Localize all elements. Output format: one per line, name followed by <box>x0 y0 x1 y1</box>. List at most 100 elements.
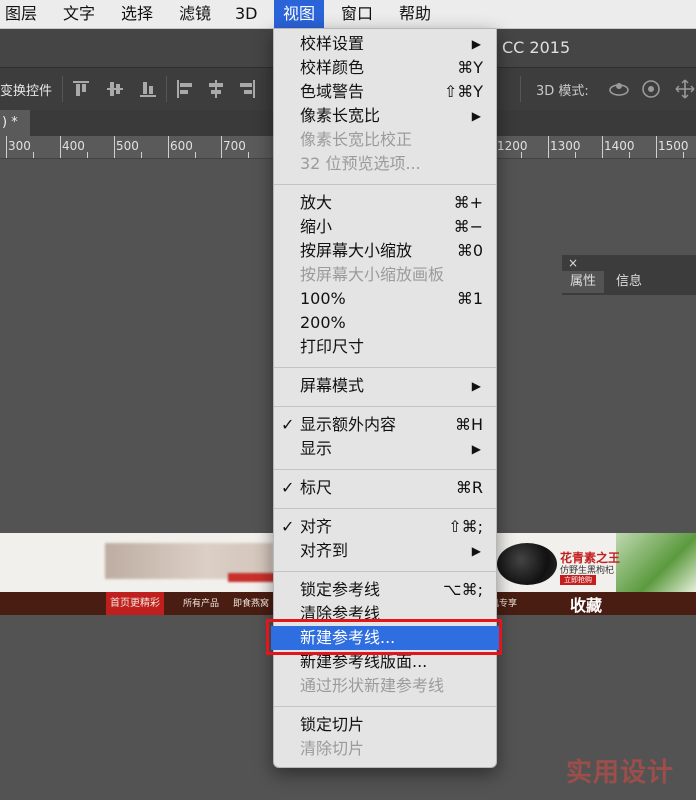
divider <box>166 76 167 102</box>
menu-item-label: 按屏幕大小缩放画板 <box>300 265 445 284</box>
submenu-arrow-icon: ▶ <box>471 379 481 393</box>
menu-item-label: 32 位预览选项... <box>300 154 421 173</box>
menu-item-zoom-in[interactable]: 放大 ⌘+ <box>274 191 496 215</box>
tab-properties[interactable]: 属性 <box>562 271 605 293</box>
ruler-tick <box>195 152 196 158</box>
menu-item-fit-artboard: 按屏幕大小缩放画板 <box>274 263 496 287</box>
ruler-tick <box>141 152 142 158</box>
align-top-icon[interactable] <box>73 80 89 98</box>
menu-item-label: 100% <box>300 289 346 308</box>
align-vcenter-icon[interactable] <box>107 80 123 98</box>
menu-item-label: 显示 <box>300 439 333 458</box>
submenu-arrow-icon: ▶ <box>471 109 481 123</box>
menu-item-label: 显示额外内容 <box>300 415 397 434</box>
menubar-filter[interactable]: 滤镜 <box>174 0 216 28</box>
menu-item-lock-guides[interactable]: 锁定参考线 ⌥⌘; <box>274 578 496 602</box>
ruler-tick <box>33 152 34 158</box>
menu-item-zoom-out[interactable]: 缩小 ⌘− <box>274 215 496 239</box>
align-left-icon[interactable] <box>176 80 192 98</box>
ruler-tick <box>683 152 684 158</box>
menubar-type[interactable]: 文字 <box>58 0 100 28</box>
transform-controls-label[interactable]: 变换控件 <box>0 80 52 99</box>
menu-shortcut: ⇧⌘; <box>448 517 483 536</box>
menu-separator <box>274 406 496 407</box>
menu-item-show[interactable]: 显示 ▶ <box>274 437 496 461</box>
menubar-help[interactable]: 帮助 <box>394 0 436 28</box>
ruler-tick <box>248 152 249 158</box>
3d-orbit-icon[interactable] <box>608 78 630 100</box>
menu-separator <box>274 184 496 185</box>
checkmark-icon: ✓ <box>281 517 295 536</box>
menu-separator <box>274 367 496 368</box>
ruler-label: 1300 <box>550 139 581 153</box>
panel-close-icon[interactable]: × <box>568 256 578 270</box>
align-hcenter-icon[interactable] <box>208 80 224 98</box>
ruler-label: 500 <box>116 139 139 153</box>
menu-item-100-percent[interactable]: 100% ⌘1 <box>274 287 496 311</box>
document-tab[interactable]: ) * <box>0 110 30 136</box>
menu-item-label: 对齐到 <box>300 541 349 560</box>
menu-item-label: 校样颜色 <box>300 58 365 77</box>
menubar-window[interactable]: 窗口 <box>336 0 378 28</box>
menu-shortcut: ⌘1 <box>456 289 483 308</box>
3d-pan-icon[interactable] <box>674 78 696 100</box>
promo-button: 立即抢购 <box>560 575 596 585</box>
ruler-label: 700 <box>223 139 246 153</box>
3d-roll-icon[interactable] <box>640 78 662 100</box>
menu-separator <box>274 508 496 509</box>
menu-item-extras[interactable]: ✓ 显示额外内容 ⌘H <box>274 413 496 437</box>
menubar-layer[interactable]: 图层 <box>0 0 42 28</box>
menu-item-snap[interactable]: ✓ 对齐 ⇧⌘; <box>274 515 496 539</box>
menu-item-label: 按屏幕大小缩放 <box>300 241 413 260</box>
banner-nav-item: 首页更精彩 <box>106 592 164 615</box>
submenu-arrow-icon: ▶ <box>471 544 481 558</box>
app-title: CC 2015 <box>502 38 571 57</box>
product-image <box>497 543 557 585</box>
menu-item-pixel-aspect-ratio[interactable]: 像素长宽比 ▶ <box>274 104 496 128</box>
menu-item-label: 放大 <box>300 193 333 212</box>
menu-item-label: 锁定参考线 <box>300 580 381 599</box>
menu-shortcut: ⌘Y <box>457 58 483 77</box>
banner-nav-item: 所有产品 <box>183 599 220 609</box>
align-bottom-icon[interactable] <box>140 80 156 98</box>
ruler-tick <box>168 136 169 158</box>
menu-item-fit-on-screen[interactable]: 按屏幕大小缩放 ⌘0 <box>274 239 496 263</box>
ruler-tick <box>6 136 7 158</box>
checkmark-icon: ✓ <box>281 415 295 434</box>
menubar-view[interactable]: 视图 <box>274 0 325 28</box>
menu-separator <box>274 469 496 470</box>
align-right-icon[interactable] <box>240 80 256 98</box>
ruler-label: 1400 <box>604 139 635 153</box>
menubar-3d[interactable]: 3D <box>230 0 263 28</box>
collect-label: 收藏 <box>570 596 603 615</box>
menu-item-screen-mode[interactable]: 屏幕模式 ▶ <box>274 374 496 398</box>
ruler-label: 600 <box>170 139 193 153</box>
menu-item-proof-colors[interactable]: 校样颜色 ⌘Y <box>274 56 496 80</box>
watermark: 实用设计 <box>566 758 675 788</box>
menubar-select[interactable]: 选择 <box>116 0 158 28</box>
menu-item-200-percent[interactable]: 200% <box>274 311 496 335</box>
brand-tagline <box>228 573 276 582</box>
menu-item-label: 缩小 <box>300 217 333 236</box>
tab-info[interactable]: 信息 <box>608 271 650 293</box>
menu-item-label: 屏幕模式 <box>300 376 365 395</box>
menu-item-label: 色域警告 <box>300 82 365 101</box>
menu-item-rulers[interactable]: ✓ 标尺 ⌘R <box>274 476 496 500</box>
menu-item-label: 200% <box>300 313 346 332</box>
ruler-tick <box>548 136 549 158</box>
menu-item-label: 像素长宽比校正 <box>300 130 413 149</box>
view-menu: 校样设置 ▶ 校样颜色 ⌘Y 色域警告 ⇧⌘Y 像素长宽比 ▶ 像素长宽比校正 32 位… <box>271 28 499 768</box>
menu-item-pixel-aspect-correction: 像素长宽比校正 <box>274 128 496 152</box>
menu-item-lock-slices[interactable]: 锁定切片 <box>274 713 496 737</box>
menu-item-label: 通过形状新建参考线 <box>300 676 445 695</box>
menu-item-snap-to[interactable]: 对齐到 ▶ <box>274 539 496 563</box>
menu-item-gamut-warning[interactable]: 色域警告 ⇧⌘Y <box>274 80 496 104</box>
ruler-label: 1500 <box>658 139 689 153</box>
menu-item-print-size[interactable]: 打印尺寸 <box>274 335 496 359</box>
menu-shortcut: ⌘0 <box>456 241 483 260</box>
menu-item-32bit-preview: 32 位预览选项... <box>274 152 496 176</box>
menu-shortcut: ⌘H <box>454 415 483 434</box>
menu-item-proof-setup[interactable]: 校样设置 ▶ <box>274 32 496 56</box>
ruler-tick <box>629 152 630 158</box>
highlight-box <box>266 619 502 655</box>
